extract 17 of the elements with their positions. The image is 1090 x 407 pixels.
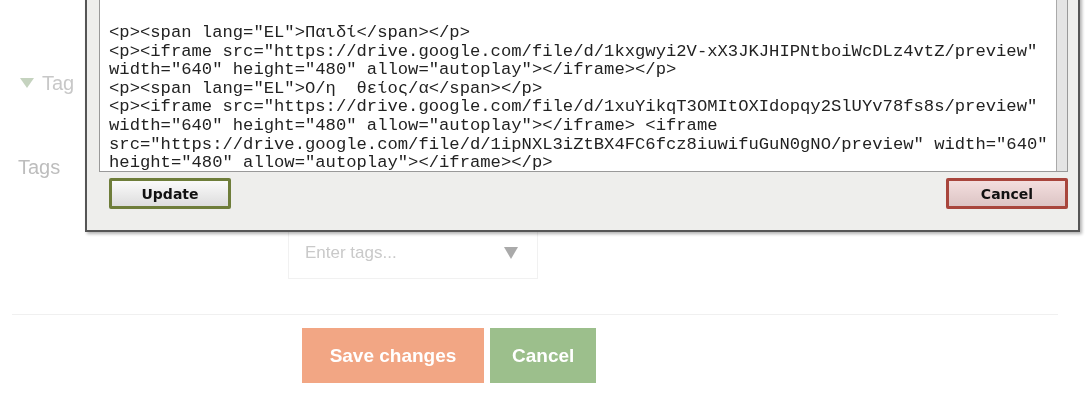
save-button[interactable]: Save changes (302, 328, 484, 383)
cancel-button[interactable]: Cancel (946, 178, 1068, 209)
cancel-button[interactable]: Cancel (490, 328, 597, 383)
code-line: <p><span lang="EL">Ο/η θείος/α</span></p> (109, 79, 544, 99)
caret-down-icon[interactable] (20, 78, 34, 88)
dropdown-arrow-icon[interactable] (504, 247, 518, 259)
field-label: Tags (18, 156, 61, 179)
code-editor[interactable] (99, 0, 1068, 172)
code-line: <p><span lang="EL">Παιδί</span></p> (109, 24, 471, 43)
code-line: width="640" height="480" allow="autoplay"></iframe></p> (109, 61, 678, 80)
update-button[interactable]: Update (109, 178, 231, 209)
code-line: <p><iframe src="https://drive.google.com/file/d/1xuYikqT3OMItOXIdopqy2SlUYv78fs8s/preview" (109, 98, 1039, 117)
code-line: src="https://drive.google.com/file/d/1ipNXL3iZtBX4FC6fcz8iuwifuGuN0gNO/preview" width="640" (109, 135, 1049, 155)
scrollbar[interactable] (1056, 0, 1067, 171)
code-line: <p><iframe src="https://drive.google.com/file/d/1kxgwyi2V-xX3JKJHIPNtboiWcDLz4vtZ/preview" (109, 42, 1039, 62)
code-line: height="480" allow="autoplay"></iframe></p> (109, 154, 554, 173)
code-line: width="640" height="480" allow="autoplay"></iframe> <iframe (109, 116, 719, 136)
